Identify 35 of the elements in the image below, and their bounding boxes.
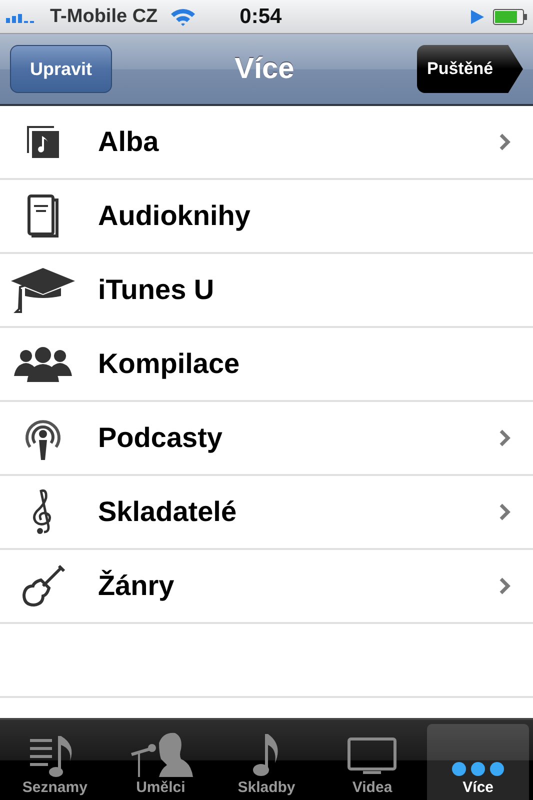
carrier-name: T-Mobile CZ — [50, 6, 158, 28]
list-item[interactable]: Kompilace — [0, 328, 533, 402]
nav-title: Více — [234, 52, 294, 86]
list-item[interactable]: Podcasty — [0, 402, 533, 476]
more-icon — [451, 761, 506, 777]
item-label: Audioknihy — [98, 200, 252, 232]
list-item[interactable]: Alba — [0, 106, 533, 180]
play-icon — [469, 8, 485, 24]
item-label: Skladatelé — [98, 496, 238, 528]
graduation-cap-icon — [10, 267, 76, 313]
wifi-icon — [170, 6, 196, 26]
edit-button[interactable]: Upravit — [10, 45, 112, 93]
item-label: Alba — [98, 126, 160, 158]
item-label: Kompilace — [98, 348, 241, 380]
item-label: Podcasty — [98, 422, 224, 454]
list-item[interactable]: Audioknihy — [0, 180, 533, 254]
people-icon — [14, 346, 72, 382]
item-label: iTunes U — [98, 274, 216, 306]
book-icon — [27, 194, 59, 238]
guitar-icon — [21, 564, 65, 608]
singer-icon — [128, 731, 193, 777]
list-item[interactable]: iTunes U — [0, 254, 533, 328]
tv-icon — [347, 737, 398, 777]
list-item[interactable]: Skladatelé — [0, 476, 533, 550]
item-label: Žánry — [98, 570, 176, 602]
tab[interactable]: Seznamy — [4, 724, 106, 800]
tab[interactable]: Umělci — [110, 724, 212, 800]
battery-icon — [493, 8, 527, 24]
tab[interactable]: Skladby — [216, 724, 318, 800]
list-item[interactable]: Žánry — [0, 550, 533, 624]
tab[interactable]: Více — [427, 724, 529, 800]
clock: 0:54 — [240, 4, 282, 28]
tab[interactable]: Videa — [321, 724, 424, 800]
album-icon — [26, 125, 60, 159]
now-playing-button[interactable]: Puštěné — [416, 45, 523, 93]
